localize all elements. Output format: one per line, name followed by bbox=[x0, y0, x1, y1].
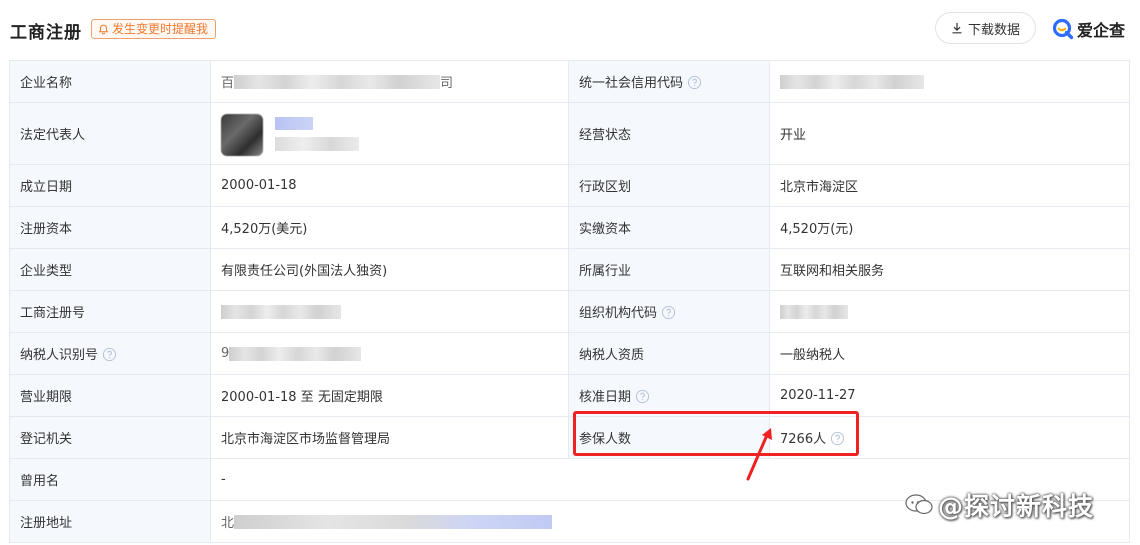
brand-name: 爱企查 bbox=[1077, 21, 1126, 40]
section-header: 工商注册 发生变更时提醒我 下载数据 爱企查 bbox=[0, 0, 1140, 58]
watermark: @探讨新科技 bbox=[904, 487, 1094, 523]
company-name-prefix: 百 bbox=[221, 76, 235, 91]
registration-info-table: 企业名称 百司 统一社会信用代码 法定代表人 经营状态 开业 成立日期 2000… bbox=[9, 60, 1130, 543]
legal-rep-card[interactable] bbox=[221, 111, 391, 157]
company-name-label: 企业名称 bbox=[9, 60, 211, 103]
redacted-mask bbox=[275, 136, 359, 151]
registered-capital-label: 注册资本 bbox=[9, 206, 211, 249]
redacted-mask bbox=[234, 74, 441, 89]
admin-region-label: 行政区划 bbox=[568, 164, 770, 207]
taxpayer-qualification-label: 纳税人资质 bbox=[568, 332, 770, 375]
redacted-mask bbox=[234, 514, 553, 529]
brand-logo[interactable]: 爱企查 bbox=[1052, 17, 1125, 41]
download-data-button[interactable]: 下载数据 bbox=[935, 12, 1036, 44]
table-row: 纳税人识别号 9 纳税人资质 一般纳税人 bbox=[9, 332, 1130, 375]
highlight-annotation-box bbox=[573, 411, 859, 456]
legal-rep-label: 法定代表人 bbox=[9, 102, 211, 165]
avatar bbox=[221, 113, 263, 156]
registration-number-value[interactable] bbox=[210, 290, 569, 333]
redacted-mask bbox=[221, 304, 341, 319]
registered-address-prefix: 北 bbox=[221, 516, 235, 531]
chat-bubble-icon bbox=[905, 494, 933, 515]
table-row: 登记机关 北京市海淀区市场监督管理局 参保人数 7266人 bbox=[9, 416, 1130, 459]
industry-value: 互联网和相关服务 bbox=[769, 248, 1130, 291]
question-circle-icon[interactable] bbox=[102, 347, 117, 362]
company-name-value[interactable]: 百司 bbox=[210, 60, 569, 103]
table-row: 成立日期 2000-01-18 行政区划 北京市海淀区 bbox=[9, 164, 1130, 207]
table-row: 工商注册号 组织机构代码 bbox=[9, 290, 1130, 333]
credit-code-label: 统一社会信用代码 bbox=[568, 60, 770, 103]
approval-date-label-text: 核准日期 bbox=[579, 390, 632, 405]
redacted-mask bbox=[275, 116, 313, 130]
redacted-mask bbox=[229, 346, 362, 361]
credit-code-value[interactable] bbox=[769, 60, 1130, 103]
company-type-value: 有限责任公司(外国法人独资) bbox=[210, 248, 569, 291]
redacted-mask bbox=[780, 304, 848, 319]
org-code-value[interactable] bbox=[769, 290, 1130, 333]
question-circle-icon[interactable] bbox=[687, 75, 702, 90]
change-reminder-label: 发生变更时提醒我 bbox=[112, 22, 209, 36]
established-date-value: 2000-01-18 bbox=[210, 164, 569, 207]
taxpayer-id-value[interactable]: 9 bbox=[210, 332, 569, 375]
question-circle-icon[interactable] bbox=[635, 389, 650, 404]
registration-authority-label: 登记机关 bbox=[9, 416, 211, 459]
change-reminder-button[interactable]: 发生变更时提醒我 bbox=[91, 19, 217, 39]
taxpayer-id-prefix: 9 bbox=[221, 346, 230, 361]
table-row: 营业期限 2000-01-18 至 无固定期限 核准日期 2020-11-27 bbox=[9, 374, 1130, 417]
download-data-label: 下载数据 bbox=[967, 22, 1020, 38]
taxpayer-qualification-value: 一般纳税人 bbox=[769, 332, 1130, 375]
section-title: 工商注册 bbox=[10, 23, 82, 43]
business-term-value: 2000-01-18 至 无固定期限 bbox=[210, 374, 569, 417]
registered-capital-value: 4,520万(美元) bbox=[210, 206, 569, 249]
taxpayer-id-label: 纳税人识别号 bbox=[9, 332, 211, 375]
org-code-label: 组织机构代码 bbox=[568, 290, 770, 333]
company-type-label: 企业类型 bbox=[9, 248, 211, 291]
registered-address-label: 注册地址 bbox=[9, 500, 211, 543]
business-status-value: 开业 bbox=[769, 102, 1130, 165]
redacted-mask bbox=[780, 74, 924, 89]
paid-capital-value: 4,520万(元) bbox=[769, 206, 1130, 249]
table-row: 企业类型 有限责任公司(外国法人独资) 所属行业 互联网和相关服务 bbox=[9, 248, 1130, 291]
business-term-label: 营业期限 bbox=[9, 374, 211, 417]
table-row: 企业名称 百司 统一社会信用代码 bbox=[9, 60, 1130, 103]
legal-rep-value[interactable] bbox=[210, 102, 569, 165]
table-row: 注册资本 4,520万(美元) 实缴资本 4,520万(元) bbox=[9, 206, 1130, 249]
business-status-label: 经营状态 bbox=[568, 102, 770, 165]
org-code-label-text: 组织机构代码 bbox=[579, 306, 658, 321]
download-icon bbox=[952, 23, 962, 34]
former-name-label: 曾用名 bbox=[9, 458, 211, 501]
watermark-text: @探讨新科技 bbox=[938, 492, 1095, 521]
credit-code-label-text: 统一社会信用代码 bbox=[579, 76, 684, 91]
company-name-suffix: 司 bbox=[440, 76, 454, 91]
industry-label: 所属行业 bbox=[568, 248, 770, 291]
registration-authority-value: 北京市海淀区市场监督管理局 bbox=[210, 416, 569, 459]
aiqicha-logo-icon bbox=[1052, 18, 1074, 40]
registration-number-label: 工商注册号 bbox=[9, 290, 211, 333]
annotation-arrow-icon bbox=[746, 428, 772, 481]
established-date-label: 成立日期 bbox=[9, 164, 211, 207]
question-circle-icon[interactable] bbox=[661, 305, 676, 320]
admin-region-value: 北京市海淀区 bbox=[769, 164, 1130, 207]
bell-icon bbox=[98, 24, 109, 34]
table-row: 法定代表人 经营状态 开业 bbox=[9, 102, 1130, 165]
taxpayer-id-label-text: 纳税人识别号 bbox=[20, 348, 99, 363]
paid-capital-label: 实缴资本 bbox=[568, 206, 770, 249]
